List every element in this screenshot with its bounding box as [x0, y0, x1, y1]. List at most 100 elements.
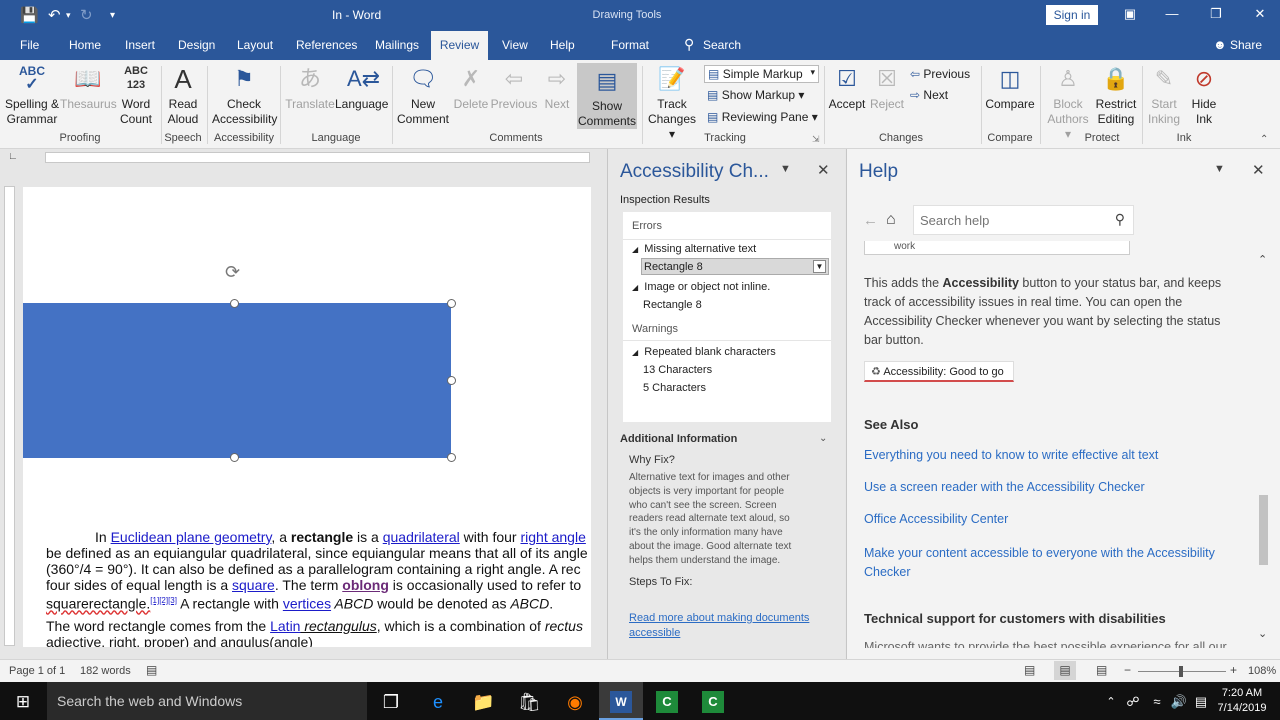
repeated-blank-item[interactable]: ◢ Repeated blank characters: [632, 346, 776, 358]
pane-options-icon[interactable]: ▼: [780, 163, 791, 175]
tab-design[interactable]: Design: [178, 38, 215, 52]
latin-link[interactable]: Latin: [270, 618, 300, 634]
pane-options-icon[interactable]: ▼: [1214, 163, 1225, 175]
show-comments-button[interactable]: ▤ Show Comments: [577, 63, 637, 129]
customize-qat-icon[interactable]: ▾: [110, 10, 115, 21]
tab-mailings[interactable]: Mailings: [375, 38, 419, 52]
word-taskbar-button[interactable]: W: [599, 682, 643, 720]
language-button[interactable]: A⇄ Language: [335, 64, 388, 112]
camtasia-recorder-icon[interactable]: C: [702, 691, 724, 713]
scroll-down-icon[interactable]: ⌄: [1258, 627, 1267, 640]
vertices-link[interactable]: vertices: [283, 596, 331, 612]
home-icon[interactable]: ⌂: [886, 211, 896, 229]
windows-start-icon[interactable]: ⊞: [12, 691, 34, 713]
help-link-alt-text[interactable]: Everything you need to know to write eff…: [864, 448, 1158, 462]
rectangle-8-selected-item[interactable]: Rectangle 8 ▼: [641, 258, 829, 275]
characters-5-item[interactable]: 5 Characters: [643, 382, 706, 394]
tab-format[interactable]: Format: [600, 31, 660, 60]
show-markup-button[interactable]: ▤ Show Markup ▾: [707, 88, 804, 102]
save-icon[interactable]: 💾: [20, 6, 39, 24]
help-link-make-accessible[interactable]: Make your content accessible to everyone…: [864, 544, 1215, 582]
store-icon[interactable]: 🛍: [518, 691, 541, 713]
print-layout-icon[interactable]: ▤: [1054, 661, 1076, 680]
share-button[interactable]: Share: [1230, 38, 1262, 52]
edge-icon[interactable]: e: [427, 691, 449, 713]
scroll-thumb[interactable]: [1259, 495, 1268, 565]
tracking-dialog-launcher-icon[interactable]: ⇲: [812, 134, 820, 145]
search-icon[interactable]: ⚲: [684, 36, 694, 53]
show-hidden-icons-icon[interactable]: ⌃: [1100, 691, 1122, 713]
zoom-level[interactable]: 108%: [1248, 665, 1276, 677]
tab-review[interactable]: Review: [431, 31, 488, 60]
web-layout-icon[interactable]: ▤: [1096, 663, 1107, 677]
file-explorer-icon[interactable]: 📁: [472, 691, 494, 713]
tab-layout[interactable]: Layout: [237, 38, 273, 52]
help-link-screen-reader[interactable]: Use a screen reader with the Accessibili…: [864, 480, 1145, 494]
resize-handle[interactable]: [230, 299, 239, 308]
undo-dropdown-icon[interactable]: ▾: [66, 10, 71, 21]
square-link[interactable]: square: [232, 577, 275, 593]
resize-handle[interactable]: [230, 453, 239, 462]
tab-file[interactable]: File: [20, 38, 39, 52]
restrict-editing-button[interactable]: 🔒 Restrict Editing: [1093, 64, 1139, 127]
sign-in-button[interactable]: Sign in: [1046, 5, 1098, 25]
vertical-ruler[interactable]: [4, 186, 15, 646]
proofing-status-icon[interactable]: ▤: [146, 663, 157, 677]
missing-alt-text-item[interactable]: ◢ Missing alternative text: [632, 243, 756, 255]
chevron-down-icon[interactable]: ▼: [813, 260, 826, 273]
check-accessibility-button[interactable]: ⚑ Check Accessibility: [212, 64, 277, 127]
camtasia-icon[interactable]: C: [656, 691, 678, 713]
spelling-grammar-button[interactable]: ABC ✓ Spelling & Grammar: [4, 64, 60, 127]
resize-handle[interactable]: [447, 376, 456, 385]
read-aloud-button[interactable]: A Read Aloud: [164, 64, 202, 127]
misspelled-word[interactable]: squarerectangle.: [46, 596, 150, 612]
horizontal-ruler[interactable]: ∟: [0, 149, 606, 167]
not-inline-item[interactable]: ◢ Image or object not inline.: [632, 281, 770, 293]
taskbar-search-box[interactable]: Search the web and Windows: [47, 682, 367, 720]
help-scrollbar[interactable]: ⌃ ⌄: [1257, 253, 1270, 645]
rotate-handle-icon[interactable]: ⟳: [225, 262, 240, 283]
read-more-link[interactable]: Read more about making documents accessi…: [629, 611, 809, 641]
document-page[interactable]: ⟳ In Euclidean plane geometry, a rectang…: [23, 187, 591, 647]
quadrilateral-link[interactable]: quadrilateral: [383, 529, 460, 545]
help-search-input[interactable]: [920, 211, 1100, 229]
tab-view[interactable]: View: [502, 38, 528, 52]
collapse-ribbon-icon[interactable]: ⌃: [1260, 134, 1268, 145]
markup-display-select[interactable]: ▤ Simple Markup ▾: [704, 65, 819, 83]
zoom-out-icon[interactable]: −: [1124, 663, 1131, 677]
track-changes-button[interactable]: 📝 Track Changes ▾: [644, 64, 700, 142]
close-window-icon[interactable]: ✕: [1250, 6, 1270, 24]
network-adapter-icon[interactable]: ☍: [1122, 691, 1144, 713]
help-link-accessibility-center[interactable]: Office Accessibility Center: [864, 512, 1008, 526]
rectangle-8-item[interactable]: Rectangle 8: [643, 299, 702, 311]
minimize-icon[interactable]: —: [1162, 6, 1182, 24]
ribbon-display-options-icon[interactable]: ▣: [1120, 6, 1140, 24]
oblong-link[interactable]: oblong: [342, 577, 389, 593]
next-change-button[interactable]: ⇨ Next: [910, 88, 948, 102]
search-icon[interactable]: ⚲: [1115, 211, 1125, 228]
chevron-down-icon[interactable]: ⌄: [819, 433, 827, 444]
tab-home[interactable]: Home: [69, 38, 101, 52]
euclidean-link[interactable]: Euclidean plane geometry: [111, 529, 272, 545]
read-mode-icon[interactable]: ▤: [1024, 663, 1035, 677]
undo-icon[interactable]: ↶: [48, 6, 61, 24]
word-count-button[interactable]: ABC 123 Word Count: [117, 64, 155, 127]
wifi-icon[interactable]: ≈: [1146, 691, 1168, 713]
resize-handle[interactable]: [447, 299, 456, 308]
tab-help[interactable]: Help: [550, 38, 575, 52]
zoom-in-icon[interactable]: +: [1230, 663, 1237, 677]
rectangle-shape[interactable]: [23, 303, 451, 458]
word-count[interactable]: 182 words: [80, 665, 131, 677]
task-view-icon[interactable]: ❐: [380, 691, 402, 713]
tab-insert[interactable]: Insert: [125, 38, 155, 52]
action-center-icon[interactable]: ▤: [1190, 691, 1212, 713]
volume-icon[interactable]: 🔊: [1168, 691, 1190, 713]
characters-13-item[interactable]: 13 Characters: [643, 364, 712, 376]
page-count[interactable]: Page 1 of 1: [9, 665, 65, 677]
resize-handle[interactable]: [447, 453, 456, 462]
close-pane-icon[interactable]: ✕: [817, 161, 830, 179]
tell-me-search[interactable]: Search: [703, 38, 741, 52]
accept-button[interactable]: ☑ Accept: [827, 64, 867, 112]
maximize-icon[interactable]: ❐: [1206, 6, 1226, 24]
help-search-box[interactable]: ⚲: [913, 205, 1134, 235]
